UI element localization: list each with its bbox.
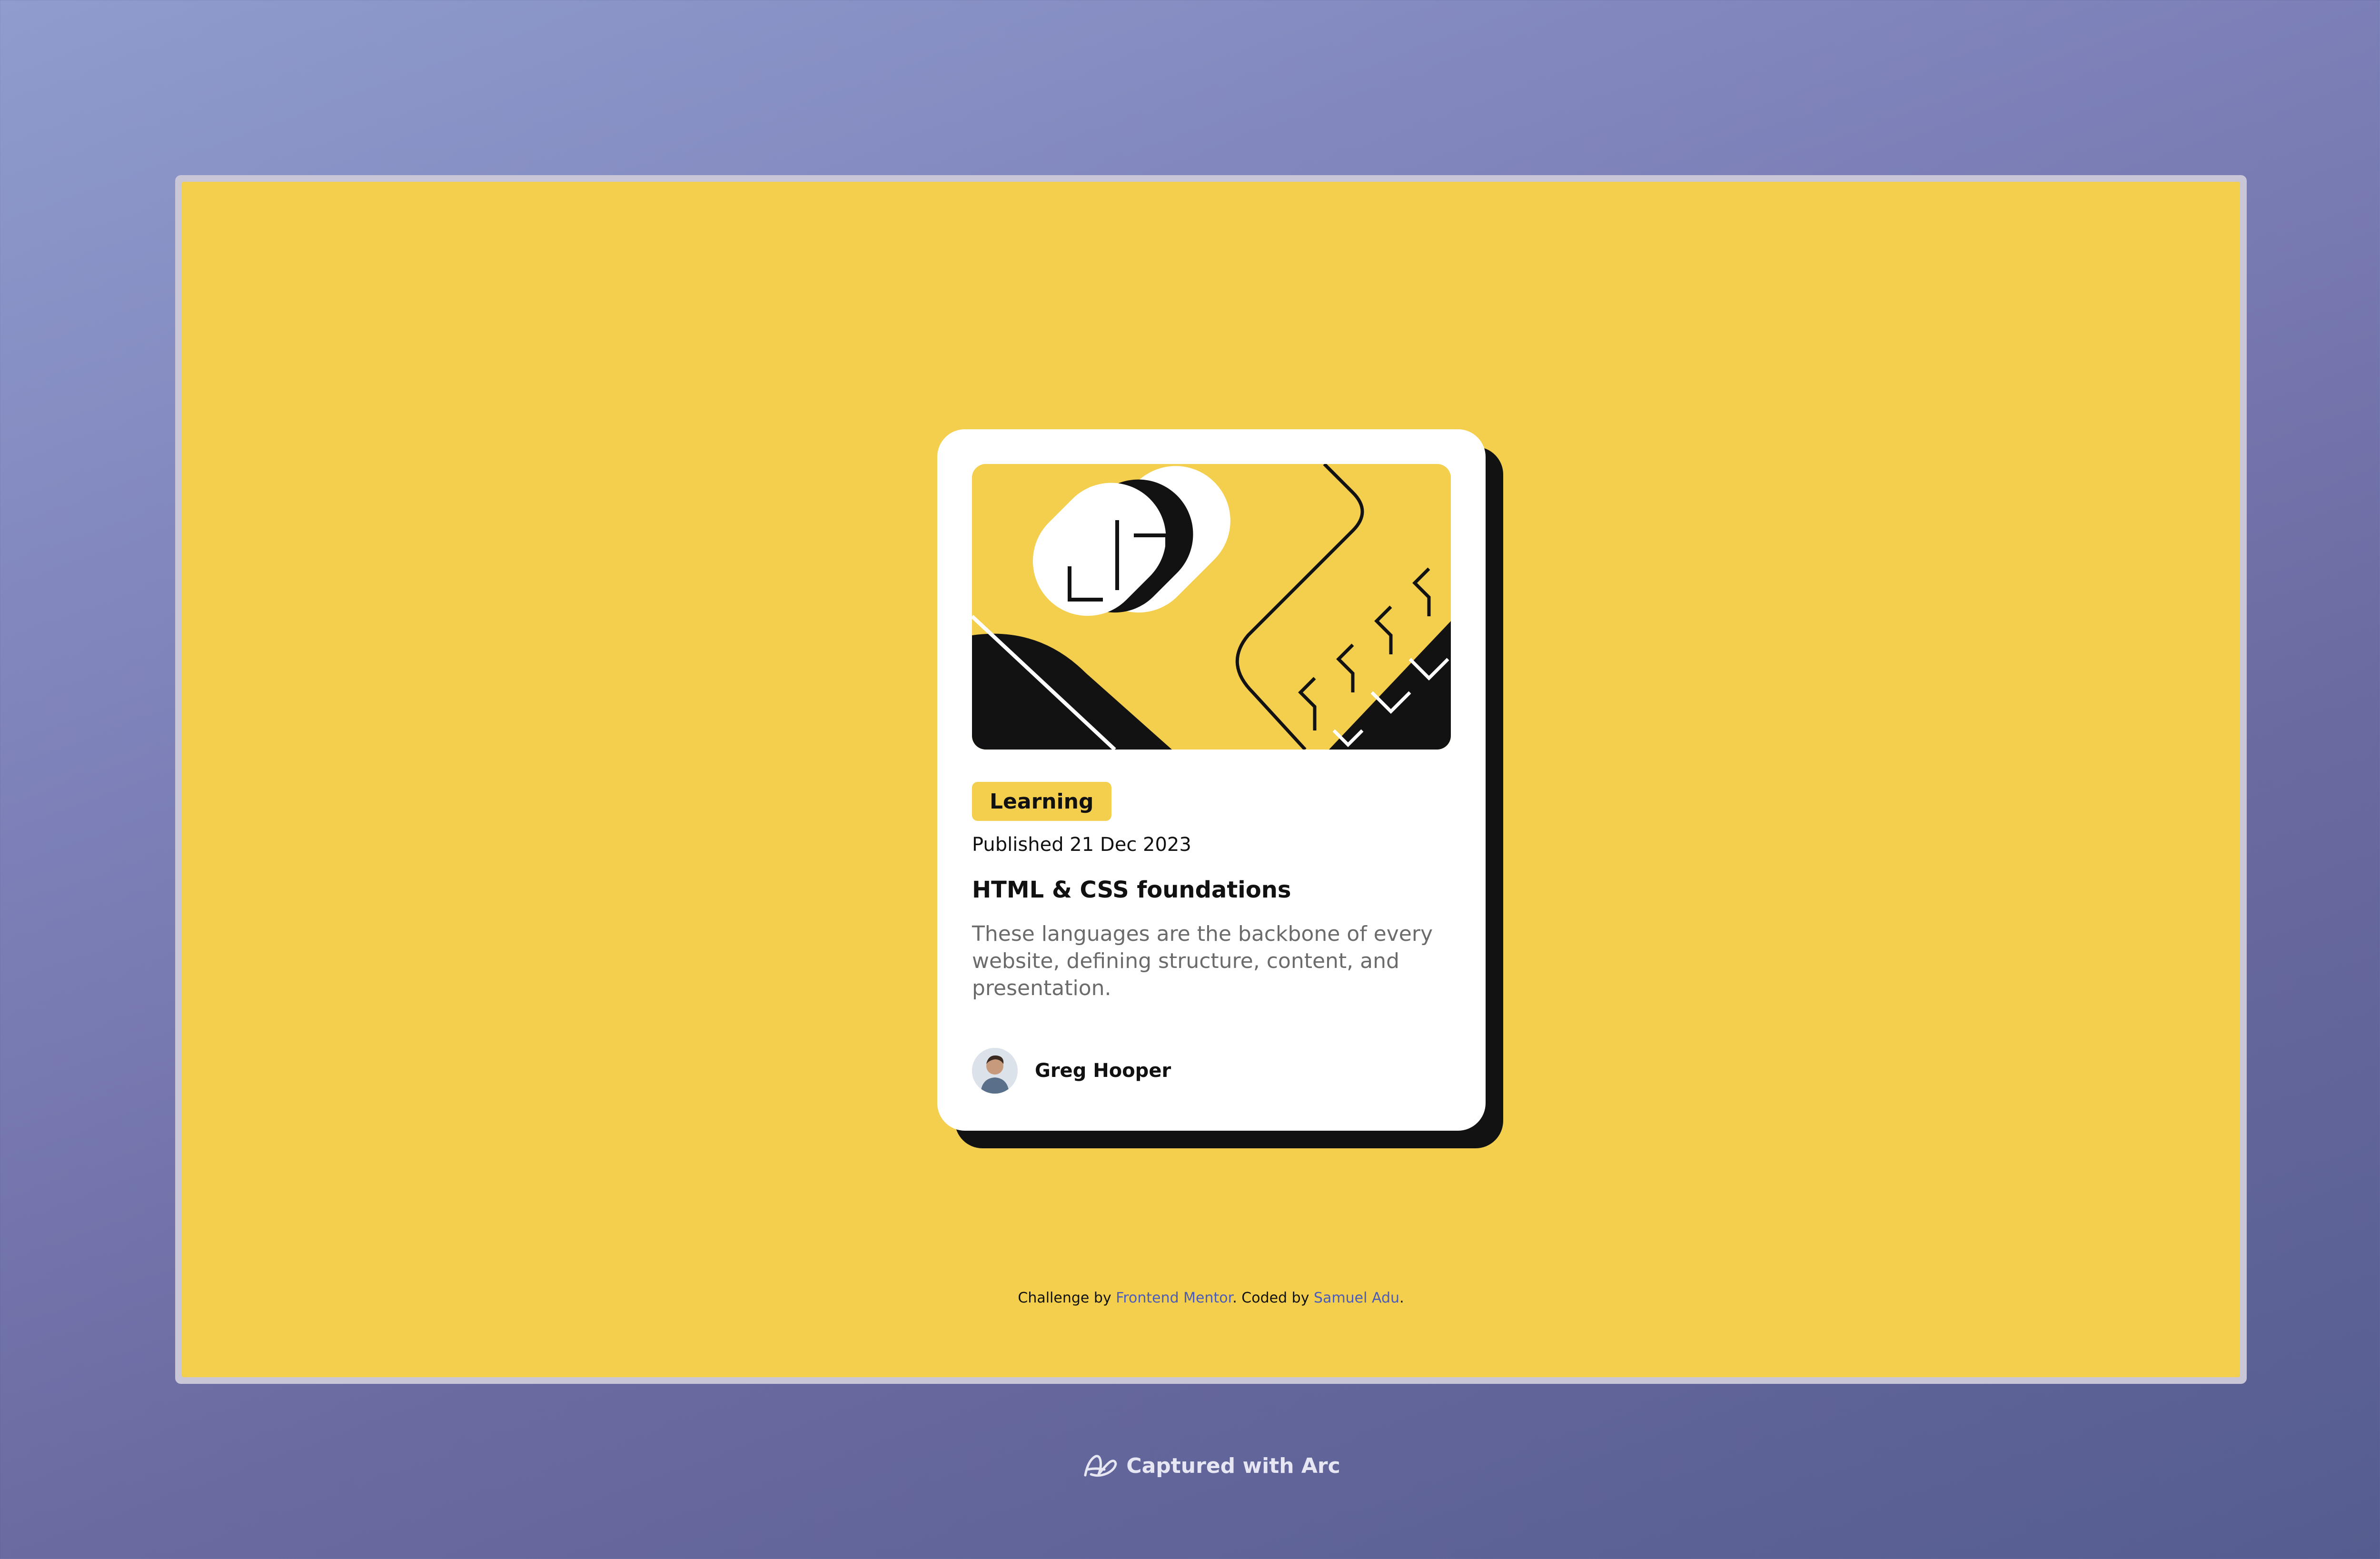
author-name: Greg Hooper (1035, 1060, 1171, 1082)
browser-window: Learning Published 21 Dec 2023 HTML & CS… (175, 175, 2247, 1384)
person-avatar-icon (972, 1048, 1018, 1094)
attribution: Challenge by Frontend Mentor. Coded by S… (182, 1290, 2240, 1306)
category-tag: Learning (972, 782, 1111, 821)
coder-link[interactable]: Samuel Adu (1314, 1290, 1399, 1306)
card-title[interactable]: HTML & CSS foundations (972, 877, 1291, 903)
published-date: Published 21 Dec 2023 (972, 834, 1191, 856)
attribution-middle: . Coded by (1232, 1290, 1314, 1306)
attribution-prefix: Challenge by (1018, 1290, 1116, 1306)
card-description: These languages are the backbone of ever… (972, 922, 1433, 1000)
avatar (972, 1048, 1018, 1094)
arc-logo-icon (1081, 1450, 1119, 1481)
attribution-suffix: . (1399, 1290, 1404, 1306)
frontend-mentor-link[interactable]: Frontend Mentor (1116, 1290, 1232, 1306)
blog-preview-card: Learning Published 21 Dec 2023 HTML & CS… (937, 429, 1503, 1148)
card-body: Learning Published 21 Dec 2023 HTML & CS… (937, 429, 1486, 1131)
page-viewport: Learning Published 21 Dec 2023 HTML & CS… (182, 182, 2240, 1377)
hero-illustration (972, 464, 1451, 750)
arc-capture-footer: Captured with Arc (0, 1450, 2380, 1481)
author: Greg Hooper (972, 1047, 1171, 1095)
captured-with-arc-text: Captured with Arc (1126, 1453, 1340, 1478)
